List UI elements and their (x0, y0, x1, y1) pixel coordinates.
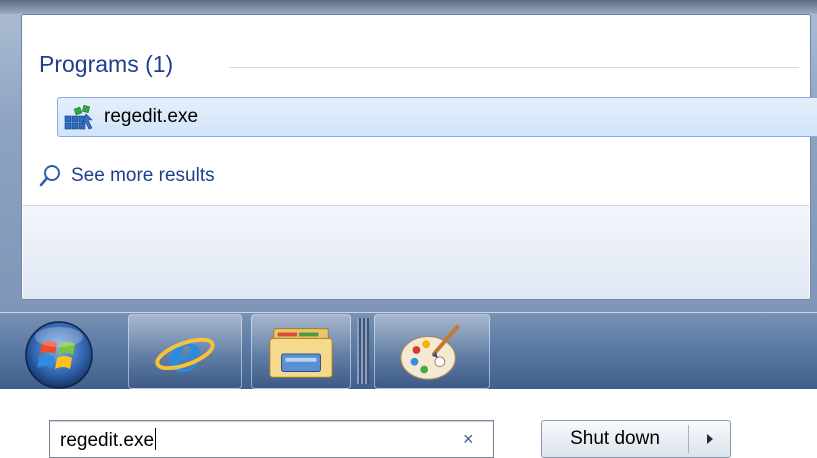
internet-explorer-icon: e (155, 323, 215, 384)
magnifier-icon (39, 165, 60, 187)
text-caret (155, 428, 157, 450)
start-menu: Programs (1) regedit.exe See more result… (0, 0, 817, 458)
shutdown-options-button[interactable] (689, 421, 730, 457)
clear-search-icon[interactable]: × (463, 429, 474, 450)
paint-icon (400, 324, 460, 380)
see-more-results-label: See more results (71, 165, 215, 186)
see-more-results-link[interactable]: See more results (39, 161, 215, 191)
taskbar-button-paint[interactable] (374, 314, 490, 389)
programs-section-header: Programs (1) (39, 51, 174, 77)
result-item-regedit[interactable]: regedit.exe (57, 97, 817, 137)
taskbar-button-internet-explorer[interactable]: e (128, 314, 242, 389)
search-results-panel: Programs (1) regedit.exe See more result… (21, 14, 817, 458)
search-input-value: regedit.exe (60, 428, 157, 451)
svg-text:e: e (168, 323, 201, 384)
start-menu-top-edge (0, 0, 817, 14)
shutdown-button[interactable]: Shut down (542, 421, 688, 457)
start-menu-search-bar: regedit.exe × Shut down (23, 205, 809, 458)
search-input[interactable]: regedit.exe × (49, 420, 494, 458)
taskbar-gripper[interactable] (357, 318, 369, 384)
windows-explorer-icon (269, 328, 333, 378)
result-item-label: regedit.exe (104, 106, 199, 127)
shutdown-split-button: Shut down (541, 420, 731, 458)
section-divider (229, 67, 799, 68)
chevron-right-icon (706, 434, 713, 444)
taskbar-top-border (0, 312, 817, 313)
taskbar-button-windows-explorer[interactable] (251, 314, 351, 389)
registry-editor-icon (64, 104, 93, 130)
start-button[interactable] (22, 315, 96, 389)
